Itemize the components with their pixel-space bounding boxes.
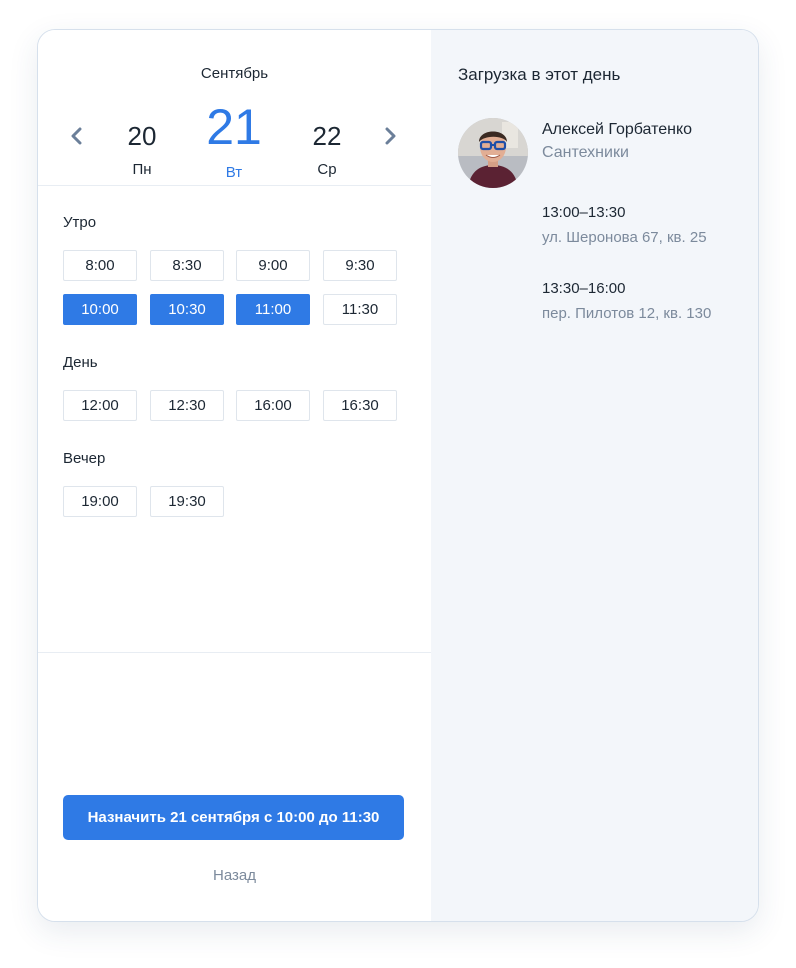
time-slot[interactable]: 9:00 [236, 250, 310, 281]
day-weekday: Вт [225, 164, 243, 181]
day-number: 22 [312, 121, 342, 151]
chevron-right-icon[interactable] [381, 125, 399, 147]
load-panel-title: Загрузка в этот день [458, 65, 621, 84]
worker-name: Алексей Горбатенко [542, 121, 693, 138]
appointment-time: 13:30–16:00 [542, 280, 626, 297]
worker-role: Сантехники [542, 144, 629, 161]
schedule-card: Сентябрь 20 Пн 21 Вт 22 Ср Утро 8:00 8:3… [37, 29, 759, 922]
time-slot[interactable]: 12:30 [150, 390, 224, 421]
time-slot[interactable]: 11:30 [323, 294, 397, 325]
divider [38, 652, 431, 653]
avatar [458, 118, 528, 188]
time-slot[interactable]: 10:30 [150, 294, 224, 325]
time-slot[interactable]: 12:00 [63, 390, 137, 421]
appointment-item: 13:00–13:30 ул. Шеронова 67, кв. 25 [542, 204, 707, 246]
booking-panel: Сентябрь 20 Пн 21 Вт 22 Ср Утро 8:00 8:3… [38, 30, 431, 921]
chevron-left-icon[interactable] [68, 125, 86, 147]
section-title-morning: Утро [63, 214, 97, 231]
time-slot[interactable]: 9:30 [323, 250, 397, 281]
day-prev[interactable]: 20 Пн [107, 123, 177, 178]
back-link[interactable]: Назад [38, 867, 431, 884]
day-current[interactable]: 21 Вт [193, 102, 275, 181]
section-title-day: День [63, 354, 98, 371]
appointment-time: 13:00–13:30 [542, 204, 626, 221]
assign-button[interactable]: Назначить 21 сентября с 10:00 до 11:30 [63, 795, 404, 840]
day-number: 21 [206, 99, 262, 155]
load-panel: Загрузка в этот день Алексей Горбатенко … [431, 30, 758, 921]
time-slot[interactable]: 10:00 [63, 294, 137, 325]
section-title-evening: Вечер [63, 450, 106, 467]
day-weekday: Пн [132, 161, 152, 178]
appointment-item: 13:30–16:00 пер. Пилотов 12, кв. 130 [542, 280, 711, 322]
time-slot[interactable]: 16:00 [236, 390, 310, 421]
time-slot[interactable]: 19:00 [63, 486, 137, 517]
day-weekday: Ср [317, 161, 337, 178]
appointment-address: ул. Шеронова 67, кв. 25 [542, 229, 707, 246]
time-slot[interactable]: 16:30 [323, 390, 397, 421]
divider [38, 185, 431, 186]
time-slot[interactable]: 8:00 [63, 250, 137, 281]
day-next[interactable]: 22 Ср [292, 123, 362, 178]
time-slot[interactable]: 8:30 [150, 250, 224, 281]
day-number: 20 [127, 121, 157, 151]
time-slot[interactable]: 19:30 [150, 486, 224, 517]
appointment-address: пер. Пилотов 12, кв. 130 [542, 305, 712, 322]
time-slot[interactable]: 11:00 [236, 294, 310, 325]
month-label: Сентябрь [200, 65, 269, 82]
